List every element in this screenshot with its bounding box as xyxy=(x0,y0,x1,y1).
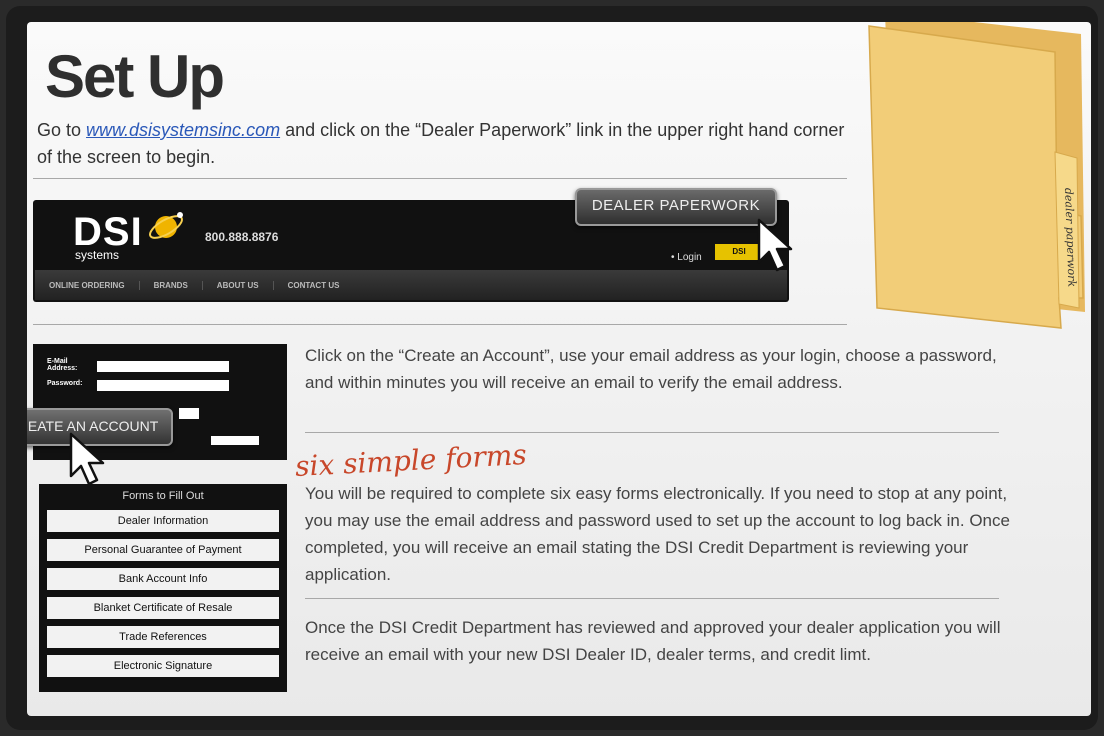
site-nav-bar: ONLINE ORDERING BRANDS ABOUT US CONTACT … xyxy=(35,270,787,300)
forms-list: Forms to Fill Out Dealer Information Per… xyxy=(39,484,287,692)
login-submit-button[interactable] xyxy=(179,408,199,419)
form-trade-references[interactable]: Trade References xyxy=(47,626,279,648)
form-blanket-certificate[interactable]: Blanket Certificate of Resale xyxy=(47,597,279,619)
cursor-arrow-icon xyxy=(757,218,793,272)
password-field[interactable] xyxy=(97,380,229,391)
dsi-logo-sub: systems xyxy=(75,248,120,262)
six-simple-forms-heading: six simple forms xyxy=(294,437,528,484)
page-title: Set Up xyxy=(45,43,225,110)
email-field[interactable] xyxy=(97,361,229,372)
intro-prefix: Go to xyxy=(37,120,87,140)
step-forms-text: You will be required to complete six eas… xyxy=(305,484,1010,584)
forgot-password-button[interactable] xyxy=(211,436,259,445)
nav-online-ordering[interactable]: ONLINE ORDERING xyxy=(35,280,140,290)
form-personal-guarantee[interactable]: Personal Guarantee of Payment xyxy=(47,539,279,561)
forms-list-title: Forms to Fill Out xyxy=(122,490,204,502)
intro-text: Go to www.dsisystemsinc.com and click on… xyxy=(37,117,857,171)
divider-1 xyxy=(33,178,847,179)
login-link[interactable]: • Login xyxy=(671,252,702,263)
phone-number: 800.888.8876 xyxy=(205,230,279,244)
orbit-logo-icon xyxy=(149,212,183,239)
password-label: Password: xyxy=(47,380,83,387)
step-create-account-text: Click on the “Create an Account”, use yo… xyxy=(305,346,997,392)
nav-brands[interactable]: BRANDS xyxy=(140,280,203,290)
website-link[interactable]: www.dsisystemsinc.com xyxy=(86,120,280,140)
form-electronic-signature[interactable]: Electronic Signature xyxy=(47,655,279,677)
content-panel: Set Up Go to www.dsisystemsinc.com and c… xyxy=(27,22,1091,716)
divider-2 xyxy=(33,324,847,325)
divider-3 xyxy=(305,432,999,433)
step-approval-text: Once the DSI Credit Department has revie… xyxy=(305,618,1001,664)
nav-contact-us[interactable]: CONTACT US xyxy=(274,281,354,290)
cursor-arrow-icon xyxy=(69,432,105,486)
dealer-paperwork-button[interactable]: DEALER PAPERWORK xyxy=(575,188,777,226)
form-bank-account[interactable]: Bank Account Info xyxy=(47,568,279,590)
form-dealer-information[interactable]: Dealer Information xyxy=(47,510,279,532)
folder-icon: dealer paperwork xyxy=(868,22,1085,329)
email-label: E-Mail Address: xyxy=(47,358,78,372)
divider-4 xyxy=(305,598,999,599)
nav-about-us[interactable]: ABOUT US xyxy=(203,280,274,290)
